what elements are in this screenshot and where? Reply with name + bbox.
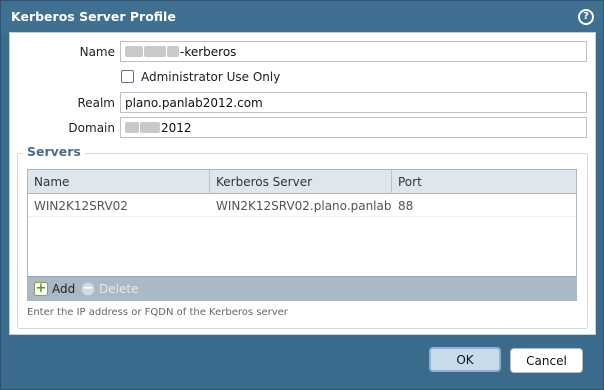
cell-name: WIN2K12SRV02: [34, 199, 128, 213]
dialog-titlebar[interactable]: Kerberos Server Profile ?: [1, 1, 603, 33]
column-header-name[interactable]: Name: [28, 170, 210, 194]
admin-use-only-label: Administrator Use Only: [141, 70, 281, 84]
cancel-button[interactable]: Cancel: [510, 348, 583, 373]
name-input[interactable]: -kerberos: [120, 41, 587, 62]
redacted-text: [167, 46, 179, 57]
add-button[interactable]: + Add: [34, 281, 75, 297]
redacted-text: [125, 46, 143, 57]
domain-label: Domain: [68, 121, 115, 135]
redacted-text: [125, 122, 139, 133]
delete-button-label: Delete: [99, 282, 139, 296]
servers-hint: Enter the IP address or FQDN of the Kerb…: [27, 307, 288, 318]
add-icon: +: [34, 281, 48, 296]
admin-use-only-checkbox[interactable]: [121, 70, 134, 83]
dialog-title: Kerberos Server Profile: [11, 9, 176, 24]
domain-input[interactable]: 2012: [120, 117, 587, 138]
column-header-port[interactable]: Port: [392, 170, 574, 194]
table-row[interactable]: WIN2K12SRV02 WIN2K12SRV02.plano.panlab20…: [28, 195, 576, 217]
name-input-value: -kerberos: [180, 44, 237, 59]
grid-header: Name Kerberos Server Port: [28, 170, 576, 194]
domain-input-value: 2012: [161, 120, 192, 135]
dialog-body: Name -kerberos Administrator Use Only Re…: [9, 32, 596, 335]
servers-grid: Name Kerberos Server Port WIN2K12SRV02 W…: [27, 169, 577, 301]
cell-port: 88: [398, 199, 414, 213]
realm-input[interactable]: plano.panlab2012.com: [120, 92, 587, 113]
kerberos-profile-dialog: Kerberos Server Profile ? Name -kerberos…: [0, 0, 604, 390]
help-icon[interactable]: ?: [578, 9, 594, 25]
realm-label: Realm: [77, 96, 115, 110]
delete-button[interactable]: − Delete: [81, 281, 138, 297]
grid-toolbar: + Add − Delete: [28, 276, 576, 300]
ok-button[interactable]: OK: [429, 347, 501, 372]
realm-input-value: plano.panlab2012.com: [125, 95, 263, 110]
cell-kerberos-server: WIN2K12SRV02.plano.panlab201...: [216, 199, 392, 213]
redacted-text: [144, 46, 166, 57]
delete-icon: −: [81, 281, 95, 296]
question-mark-glyph: ?: [580, 11, 592, 23]
name-label: Name: [79, 45, 115, 59]
redacted-text: [140, 122, 160, 133]
add-button-label: Add: [52, 282, 76, 296]
column-header-kerberos-server[interactable]: Kerberos Server: [210, 170, 392, 194]
servers-legend: Servers: [23, 144, 85, 159]
